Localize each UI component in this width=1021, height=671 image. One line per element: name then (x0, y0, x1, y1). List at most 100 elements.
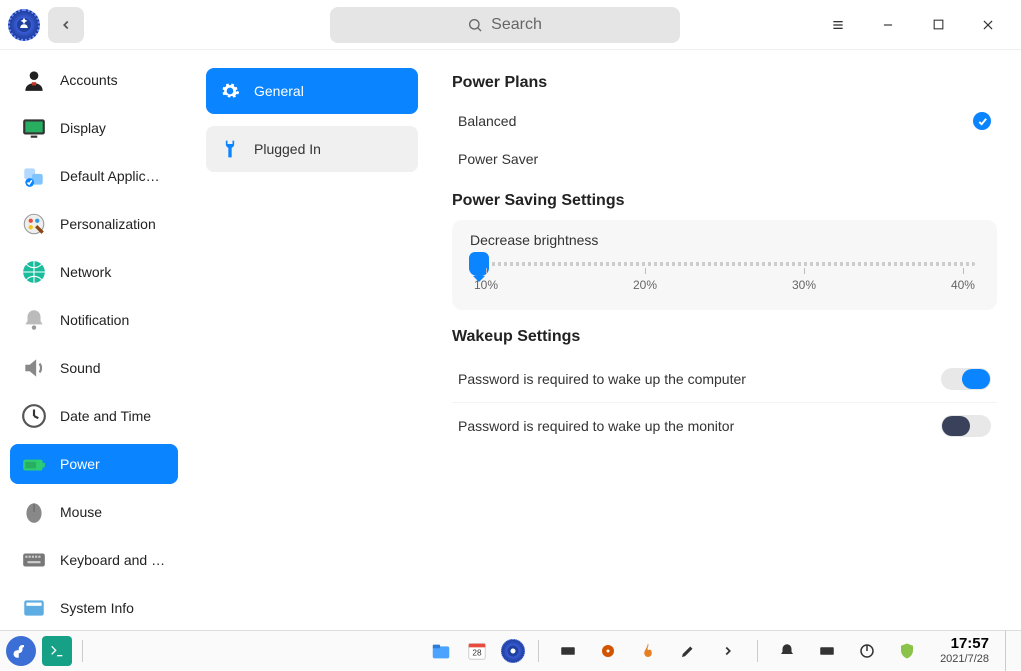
minimize-icon (881, 18, 895, 32)
tray-brush[interactable] (673, 636, 703, 666)
brush-icon (679, 642, 697, 660)
fedora-icon (12, 642, 30, 660)
display-icon (20, 114, 48, 142)
wakeup-monitor-toggle[interactable] (941, 415, 991, 437)
brightness-card: Decrease brightness 10% 20% 30% 40% (452, 220, 997, 310)
sysinfo-icon (20, 594, 48, 622)
back-button[interactable] (48, 7, 84, 43)
close-icon (981, 18, 995, 32)
shield-icon (898, 642, 916, 660)
sidebar-item-label: Default Applic… (60, 168, 160, 184)
minimize-button[interactable] (863, 0, 913, 50)
network-icon (20, 258, 48, 286)
tray-disk[interactable] (593, 636, 623, 666)
calendar-tray[interactable]: 28 (462, 636, 492, 666)
sidebar-item-label: System Info (60, 600, 134, 616)
sidebar-item-accounts[interactable]: Accounts (10, 60, 178, 100)
sidebar-item-network[interactable]: Network (10, 252, 178, 292)
sidebar-item-label: Sound (60, 360, 100, 376)
wakeup-label: Password is required to wake up the comp… (458, 371, 746, 387)
tray-power[interactable] (852, 636, 882, 666)
sidebar-item-sound[interactable]: Sound (10, 348, 178, 388)
separator (82, 640, 83, 662)
tray-notifications[interactable] (772, 636, 802, 666)
separator (538, 640, 539, 662)
search-icon (467, 17, 483, 33)
check-icon (973, 112, 991, 130)
fire-icon (639, 642, 657, 660)
tick: 40% (951, 278, 975, 292)
sound-icon (20, 354, 48, 382)
terminal-icon (49, 643, 65, 659)
files-tray[interactable] (426, 636, 456, 666)
tray-expand[interactable] (713, 636, 743, 666)
mid-item-plugged-in[interactable]: Plugged In (206, 126, 418, 172)
app-icon (8, 9, 40, 41)
accounts-icon (20, 66, 48, 94)
search-placeholder: Search (491, 16, 542, 34)
plan-power-saver[interactable]: Power Saver (452, 140, 997, 178)
sidebar-item-mouse[interactable]: Mouse (10, 492, 178, 532)
power-icon (20, 450, 48, 478)
power-saving-title: Power Saving Settings (452, 192, 997, 210)
taskbar: 28 17:57 2021/7/28 (0, 630, 1021, 670)
titlebar: Search (0, 0, 1021, 50)
sidebar-item-label: Notification (60, 312, 129, 328)
brightness-label: Decrease brightness (470, 232, 979, 248)
power-plans-title: Power Plans (452, 74, 997, 92)
sidebar-item-datetime[interactable]: Date and Time (10, 396, 178, 436)
sidebar-item-display[interactable]: Display (10, 108, 178, 148)
maximize-button[interactable] (913, 0, 963, 50)
wakeup-label: Password is required to wake up the moni… (458, 418, 734, 434)
default-apps-icon (20, 162, 48, 190)
show-desktop-button[interactable] (1005, 631, 1015, 671)
sidebar: Accounts Display Default Applic… Persona… (0, 50, 188, 630)
brightness-slider[interactable] (474, 262, 975, 266)
svg-text:28: 28 (472, 648, 482, 657)
sidebar-item-label: Personalization (60, 216, 156, 232)
mid-item-label: Plugged In (254, 141, 321, 157)
tray-shield[interactable] (892, 636, 922, 666)
calendar-icon: 28 (466, 640, 488, 662)
tray-input[interactable] (812, 636, 842, 666)
disk-icon (599, 642, 617, 660)
sidebar-item-default-apps[interactable]: Default Applic… (10, 156, 178, 196)
tick: 30% (792, 278, 816, 292)
personalization-icon (20, 210, 48, 238)
menu-button[interactable] (813, 0, 863, 50)
tray-fire[interactable] (633, 636, 663, 666)
close-button[interactable] (963, 0, 1013, 50)
settings-icon (501, 639, 525, 663)
mid-item-general[interactable]: General (206, 68, 418, 114)
wakeup-title: Wakeup Settings (452, 328, 997, 346)
clock[interactable]: 17:57 2021/7/28 (940, 636, 989, 665)
settings-tray[interactable] (498, 636, 528, 666)
middle-panel: General Plugged In (188, 50, 428, 630)
wakeup-computer-toggle[interactable] (941, 368, 991, 390)
mid-item-label: General (254, 83, 304, 99)
sidebar-item-label: Keyboard and … (60, 552, 165, 568)
terminal-task[interactable] (42, 636, 72, 666)
sidebar-item-sysinfo[interactable]: System Info (10, 588, 178, 628)
mouse-icon (20, 498, 48, 526)
sidebar-item-label: Date and Time (60, 408, 151, 424)
plan-balanced[interactable]: Balanced (452, 102, 997, 140)
keyboard-tray-icon (559, 642, 577, 660)
search-input[interactable]: Search (330, 7, 680, 43)
sidebar-item-notification[interactable]: Notification (10, 300, 178, 340)
plug-icon (220, 139, 240, 159)
content-panel: Power Plans Balanced Power Saver Power S… (428, 50, 1021, 630)
plan-label: Power Saver (458, 151, 538, 167)
input-icon (818, 642, 836, 660)
sidebar-item-label: Display (60, 120, 106, 136)
folder-icon (430, 640, 452, 662)
sidebar-item-power[interactable]: Power (10, 444, 178, 484)
sidebar-item-keyboard[interactable]: Keyboard and … (10, 540, 178, 580)
menu-icon (830, 17, 846, 33)
maximize-icon (932, 18, 945, 31)
launcher-button[interactable] (6, 636, 36, 666)
gear-icon (220, 81, 240, 101)
sidebar-item-personalization[interactable]: Personalization (10, 204, 178, 244)
tray-keyboard[interactable] (553, 636, 583, 666)
power-tray-icon (858, 642, 876, 660)
